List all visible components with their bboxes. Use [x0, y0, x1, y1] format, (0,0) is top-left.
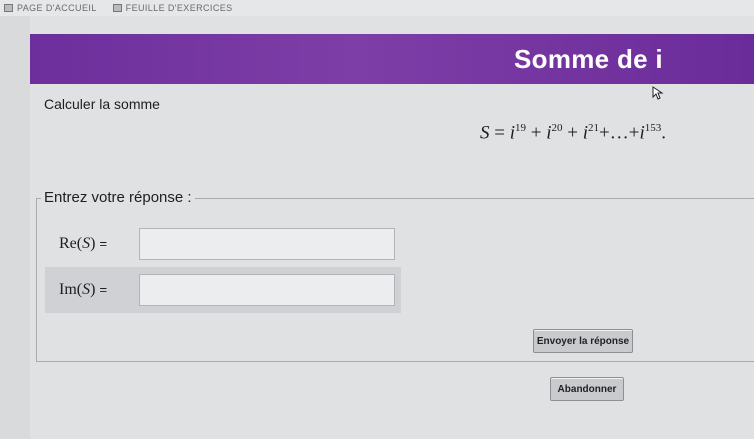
equals-sign: = [99, 236, 108, 251]
exercise-title: Somme de i [514, 43, 663, 74]
formula-equals: = [494, 122, 505, 144]
home-link[interactable]: PAGE D'ACCUEIL [4, 3, 97, 13]
real-part-row: Re(S) = [45, 221, 401, 267]
answer-legend: Entrez votre réponse : [41, 189, 195, 206]
formula-ellipsis: … [609, 122, 629, 144]
exercise-page: Somme de i Calculer la somme S = i19 + i… [30, 16, 754, 439]
imaginary-part-row: Im(S) = [45, 267, 401, 313]
sum-formula: S = i19 + i20 + i21+…+i153. [480, 122, 666, 144]
home-icon [4, 4, 13, 12]
abandon-button[interactable]: Abandonner [550, 377, 624, 401]
answer-fieldset: Entrez votre réponse : Re(S) = Im(S) = E… [36, 189, 754, 362]
real-part-label: Re(S) = [59, 235, 108, 252]
imaginary-part-label: Im(S) = [59, 281, 108, 298]
browser-topbar: PAGE D'ACCUEIL FEUILLE D'EXERCICES [0, 0, 754, 16]
formula-exponent: 19 [515, 122, 526, 134]
imaginary-part-var: S [82, 281, 91, 298]
equals-sign: = [99, 282, 108, 297]
formula-lhs: S [480, 122, 490, 144]
imaginary-part-func: Im [59, 281, 77, 298]
real-part-input[interactable] [139, 228, 395, 260]
external-link-icon [112, 4, 122, 12]
submit-answer-button[interactable]: Envoyer la réponse [533, 329, 633, 353]
imaginary-part-input[interactable] [139, 274, 395, 306]
real-part-var: S [82, 235, 91, 252]
home-link-label: PAGE D'ACCUEIL [17, 3, 97, 13]
formula-exponent: 20 [551, 122, 563, 134]
real-part-func: Re [59, 235, 77, 252]
exercise-sheet-link[interactable]: FEUILLE D'EXERCICES [112, 3, 233, 13]
mouse-cursor-icon [652, 86, 664, 100]
exercise-prompt: Calculer la somme [44, 96, 160, 112]
formula-exponent: 21 [588, 122, 599, 134]
formula-exponent: 153 [644, 122, 662, 134]
exercise-sheet-link-label: FEUILLE D'EXERCICES [125, 3, 233, 13]
exercise-title-banner: Somme de i [30, 34, 754, 84]
